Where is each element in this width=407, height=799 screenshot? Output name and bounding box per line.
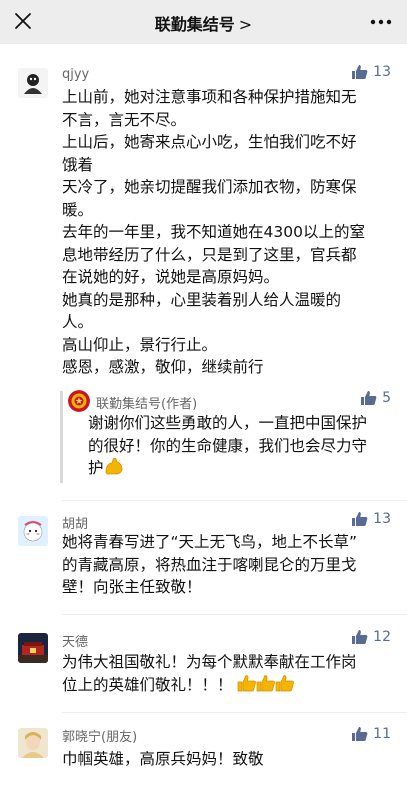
reply-line-last: 护 xyxy=(88,457,394,480)
comment-username[interactable]: 郭晓宁(朋友) xyxy=(62,726,137,745)
thumbs-up-icon xyxy=(352,65,368,79)
avatar-image xyxy=(18,68,48,98)
comment-text: 为伟大祖国敬礼！为每个默默奉献在工作岗 位上的英雄们敬礼！！！ xyxy=(62,651,394,696)
comment-divider xyxy=(62,712,407,713)
thumbs-up-emoji xyxy=(257,674,276,691)
comment-username[interactable]: 胡胡 xyxy=(62,513,88,532)
comment-line: 为伟大祖国敬礼！为每个默默奉献在工作岗 xyxy=(62,653,357,671)
avatar-image xyxy=(18,516,48,546)
reply-username[interactable]: 联勤集结号(作者) xyxy=(96,393,197,412)
like-count: 12 xyxy=(373,629,391,645)
thumbs-up-emoji xyxy=(276,674,295,691)
avatar[interactable] xyxy=(18,633,48,663)
thumbs-up-icon xyxy=(352,512,368,526)
like-count: 5 xyxy=(382,390,391,406)
reply-line: 的很好！你的生命健康，我们也会尽力守 xyxy=(88,436,368,455)
thumbs-up-emoji xyxy=(238,674,257,691)
comment-line: 的青藏高原，将热血注于喀喇昆仑的万里戈 xyxy=(62,555,357,574)
avatar[interactable] xyxy=(18,516,48,546)
comment-line: 天冷了，她亲切提醒我们添加衣物，防寒保 xyxy=(62,178,357,196)
thumbs-up-icon xyxy=(361,391,377,405)
comment-line: 在说她的好，说她是高原妈妈。 xyxy=(62,268,280,286)
comment-line: 壁！向张主任致敬！ xyxy=(62,578,202,596)
author-avatar[interactable] xyxy=(68,390,90,412)
reply-indicator xyxy=(60,391,63,483)
chevron-right-icon: > xyxy=(238,15,253,34)
avatar-image xyxy=(18,728,48,758)
page-title-text: 联勤集结号 xyxy=(154,15,235,34)
more-icon[interactable] xyxy=(369,13,393,31)
reply-text: 谢谢你们这些勇敢的人，一直把中国保护 的很好！你的生命健康，我们也会尽力守 护 xyxy=(88,412,394,480)
comment-line: 息地带经历了什么，只是到了这里，官兵都 xyxy=(62,245,357,264)
comment-line: 人。 xyxy=(62,313,94,331)
reply-like-button[interactable]: 5 xyxy=(360,390,391,406)
comment-line: 饿着 xyxy=(62,155,94,174)
reply-line: 谢谢你们这些勇敢的人，一直把中国保护 xyxy=(88,414,368,432)
comment-line: 高山仰止，景行行止。 xyxy=(62,335,218,354)
comment-line-last: 位上的英雄们敬礼！！！ xyxy=(62,674,394,697)
comment-divider xyxy=(62,614,407,615)
comment-line: 巾帼英雄，高原兵妈妈！致敬 xyxy=(62,750,264,768)
comment-text: 上山前，她对注意事项和各种保护措施知无 不言，言无不尽。 上山后，她寄来点心小吃… xyxy=(62,86,394,379)
avatar[interactable] xyxy=(18,68,48,98)
comment-text: 巾帼英雄，高原兵妈妈！致敬 xyxy=(62,748,394,771)
avatar-image xyxy=(18,633,48,663)
comment-username[interactable]: qjyy xyxy=(62,67,89,82)
thumbs-up-icon xyxy=(352,630,368,644)
like-button[interactable]: 13 xyxy=(351,511,391,527)
comment-line: 去年的一年里，我不知道她在4300以上的窒 xyxy=(62,223,365,241)
emblem-icon xyxy=(68,390,90,412)
like-count: 13 xyxy=(373,511,391,527)
flexed-biceps-emoji xyxy=(105,458,122,475)
comment-line-text: 位上的英雄们敬礼！！！ xyxy=(62,675,233,694)
like-button[interactable]: 11 xyxy=(351,726,391,742)
comment-line: 上山后，她寄来点心小吃，生怕我们吃不好 xyxy=(62,133,357,151)
comment-line: 不言，言无不尽。 xyxy=(62,110,187,129)
like-button[interactable]: 13 xyxy=(351,64,391,80)
like-count: 13 xyxy=(373,64,391,80)
page-title[interactable]: 联勤集结号 > xyxy=(0,11,407,35)
comment-text: 她将青春写进了“天上无飞鸟，地上不长草” 的青藏高原，将热血注于喀喇昆仑的万里戈… xyxy=(62,531,394,599)
top-bar: 联勤集结号 > xyxy=(0,0,407,44)
like-button[interactable]: 12 xyxy=(351,629,391,645)
comment-username[interactable]: 天德 xyxy=(62,631,88,650)
comment-line: 她真的是那种，心里装着别人给人温暖的 xyxy=(62,290,342,309)
comment-line: 感恩，感激，敬仰，继续前行 xyxy=(62,358,264,376)
like-count: 11 xyxy=(373,726,391,742)
comment-line: 上山前，她对注意事项和各种保护措施知无 xyxy=(62,88,357,106)
comment-line: 她将青春写进了“天上无飞鸟，地上不长草” xyxy=(62,533,358,551)
comment-line: 暖。 xyxy=(62,200,94,219)
reply-line-text: 护 xyxy=(88,459,104,477)
comment-divider xyxy=(62,500,407,501)
avatar[interactable] xyxy=(18,728,48,758)
thumbs-up-icon xyxy=(352,727,368,741)
